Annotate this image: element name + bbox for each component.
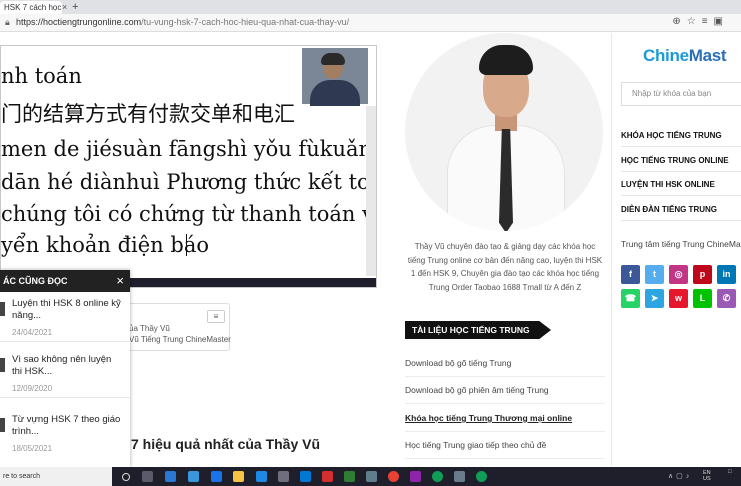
video-line-2: 门的结算方式有付款交单和电汇 [1, 102, 295, 126]
edge-icon[interactable] [476, 471, 487, 482]
chrome-icon[interactable] [388, 471, 399, 482]
menu-item[interactable]: HỌC TIẾNG TRUNG ONLINE [621, 156, 729, 165]
video-line-3: men de jiésuàn fāngshì yǒu fùkuǎn [1, 137, 373, 161]
app-icon[interactable] [366, 471, 377, 482]
divider [405, 458, 605, 459]
divider [621, 220, 741, 221]
edge-icon[interactable] [432, 471, 443, 482]
list-item-date: 12/09/2020 [12, 384, 53, 393]
lesson-video[interactable]: nh toán 门的结算方式有付款交单和电汇 men de jiésuàn fā… [0, 45, 377, 288]
cortana-icon[interactable] [122, 473, 130, 481]
app-icon[interactable] [188, 471, 199, 482]
address-bar[interactable]: 🔒︎ https://hoctiengtrungonline.com/tu-vu… [0, 14, 741, 32]
task-view-icon[interactable] [142, 471, 153, 482]
author-avatar [405, 33, 603, 231]
list-item-date: 24/04/2021 [12, 328, 53, 337]
telegram-icon[interactable]: ➤ [645, 289, 664, 308]
list-item[interactable]: Vì sao không nên luyện thi HSK... 12/09/… [0, 350, 130, 398]
weibo-icon[interactable]: w [669, 289, 688, 308]
app-icon[interactable] [454, 471, 465, 482]
thumbnail [0, 358, 5, 372]
app-icon[interactable] [165, 471, 176, 482]
related-posts-popup: ÁC CŨNG ĐỌC × Luyện thi HSK 8 online kỹ … [0, 270, 130, 467]
thumbnail [0, 418, 5, 432]
browser-action-icons[interactable]: ⊕☆≡▣ [672, 16, 729, 27]
divider [621, 146, 741, 147]
article-heading: K 7 hiệu quả nhất của Thầy Vũ [117, 436, 321, 452]
divider [405, 431, 605, 432]
windows-taskbar: re to search ∧▢♪ EN US □ [0, 467, 741, 486]
list-item[interactable]: Luyện thi HSK 8 online kỹ năng... 24/04/… [0, 294, 130, 342]
viber-icon[interactable]: ✆ [717, 289, 736, 308]
menu-item[interactable]: LUYỆN THI HSK ONLINE [621, 180, 715, 189]
doc-link[interactable]: Download bộ gõ tiếng Trung [405, 358, 511, 368]
language-indicator[interactable]: EN US [703, 470, 711, 482]
app-icon[interactable] [211, 471, 222, 482]
author-bio: Thầy Vũ chuyên đào tạo & giảng dạy các k… [407, 242, 603, 292]
linkedin-icon[interactable]: in [717, 265, 736, 284]
author-line-2[interactable]: Vũ Tiếng Trung ChineMaster [129, 335, 231, 344]
close-icon[interactable]: × [116, 270, 124, 292]
taskbar-search-input[interactable]: re to search [0, 467, 112, 486]
text-cursor [186, 234, 187, 256]
list-item-title[interactable]: Luyện thi HSK 8 online kỹ năng... [12, 298, 122, 322]
divider [405, 403, 605, 404]
divider [621, 171, 741, 172]
site-logo[interactable]: ChineMast [643, 46, 727, 66]
video-scrollbar [366, 106, 376, 276]
video-line-1: nh toán [1, 64, 82, 88]
menu-item[interactable]: KHÓA HỌC TIẾNG TRUNG [621, 131, 722, 140]
tab-title: HSK 7 cách học hiệu qu... [4, 3, 62, 12]
list-item-title[interactable]: Từ vựng HSK 7 theo giáo trình... [12, 414, 122, 438]
video-line-6: yển khoản điện báo [1, 233, 209, 257]
app-icon[interactable] [300, 471, 311, 482]
webcam-overlay [302, 48, 368, 106]
list-item-date: 18/05/2021 [12, 444, 53, 453]
docs-section-title: TÀI LIỆU HỌC TIẾNG TRUNG [405, 321, 551, 339]
video-document-title [61, 46, 261, 53]
divider [621, 195, 741, 196]
tab-close-icon[interactable]: × [62, 1, 67, 14]
lock-icon: 🔒︎ [5, 17, 10, 27]
line-icon[interactable]: L [693, 289, 712, 308]
toc-icon[interactable]: ≡ [207, 310, 225, 323]
instagram-icon[interactable]: ◎ [669, 265, 688, 284]
system-tray[interactable]: ∧▢♪ [668, 472, 692, 480]
thumbnail [0, 302, 5, 316]
doc-link[interactable]: Học tiếng Trung giao tiếp theo chủ đề [405, 440, 546, 450]
app-icon[interactable] [410, 471, 421, 482]
facebook-icon[interactable]: f [621, 265, 640, 284]
twitter-icon[interactable]: t [645, 265, 664, 284]
divider [611, 33, 612, 466]
app-icon[interactable] [322, 471, 333, 482]
app-icon[interactable] [256, 471, 267, 482]
app-icon[interactable] [344, 471, 355, 482]
new-tab-button[interactable]: + [72, 0, 78, 14]
author-box: ≡ ủa Thầy Vũ Vũ Tiếng Trung ChineMaster [120, 303, 231, 351]
whatsapp-icon[interactable]: ☎ [621, 289, 640, 308]
list-item-title[interactable]: Vì sao không nên luyện thi HSK... [12, 354, 122, 378]
doc-link[interactable]: Khóa học tiếng Trung Thương mại online [405, 413, 572, 423]
list-item[interactable]: Từ vựng HSK 7 theo giáo trình... 18/05/2… [0, 410, 130, 458]
video-line-5: chúng tôi có chứng từ thanh toán và [1, 202, 377, 226]
file-explorer-icon[interactable] [233, 471, 244, 482]
center-name: Trung tâm tiếng Trung ChineMast [621, 239, 741, 249]
menu-item[interactable]: DIỄN ĐÀN TIẾNG TRUNG [621, 205, 717, 214]
divider [405, 376, 605, 377]
search-input[interactable]: Nhập từ khóa của bạn [621, 82, 741, 106]
url-text[interactable]: https://hoctiengtrungonline.com/tu-vung-… [16, 17, 349, 27]
popup-header: ÁC CŨNG ĐỌC [0, 270, 130, 292]
notifications-icon[interactable]: □ [728, 469, 732, 476]
tab-bar: HSK 7 cách học hiệu qu... × + [0, 0, 741, 14]
video-line-4: dān hé diànhuì Phương thức kết toán [1, 170, 377, 194]
browser-tab[interactable]: HSK 7 cách học hiệu qu... [0, 1, 62, 14]
app-icon[interactable] [278, 471, 289, 482]
author-line-1: ủa Thầy Vũ [129, 324, 170, 333]
pinterest-icon[interactable]: p [693, 265, 712, 284]
doc-link[interactable]: Download bộ gõ phiên âm tiếng Trung [405, 385, 549, 395]
